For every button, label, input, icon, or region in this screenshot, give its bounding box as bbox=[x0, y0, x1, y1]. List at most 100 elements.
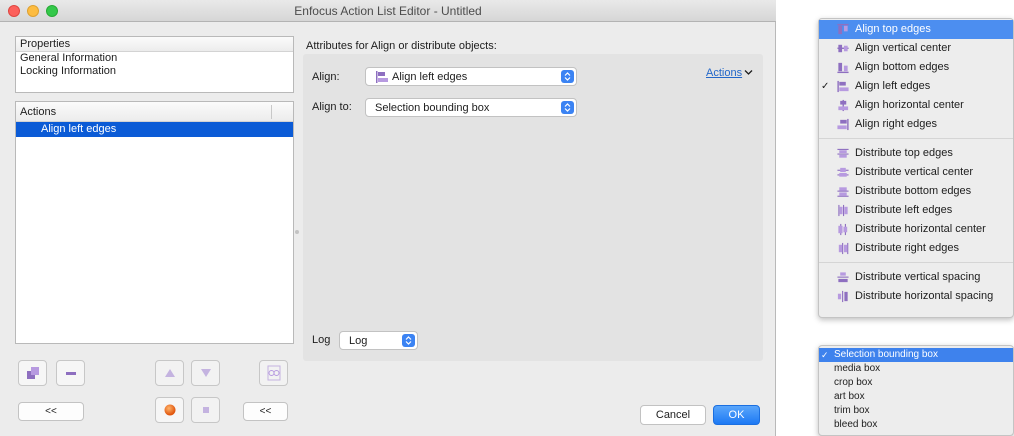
distribute-horizontal-center-icon bbox=[838, 223, 848, 236]
record-icon bbox=[164, 404, 175, 416]
align-to-popup-stepper bbox=[561, 101, 574, 114]
collapse-left-button[interactable]: << bbox=[18, 402, 84, 421]
chevron-down-icon bbox=[744, 70, 753, 75]
minus-icon bbox=[65, 372, 76, 375]
menu-item-trim-box[interactable]: trim box bbox=[819, 404, 1013, 418]
menu-separator bbox=[819, 262, 1013, 263]
menu-item-label: Align top edges bbox=[855, 23, 931, 35]
properties-header: Properties bbox=[16, 37, 293, 52]
action-item-align-left-edges[interactable]: Align left edges bbox=[16, 122, 293, 137]
header-divider bbox=[271, 105, 272, 119]
menu-item-distribute-vertical-spacing[interactable]: Distribute vertical spacing bbox=[819, 268, 1013, 287]
menu-item-distribute-horizontal-spacing[interactable]: Distribute horizontal spacing bbox=[819, 287, 1013, 306]
align-popup[interactable]: Align left edges bbox=[365, 67, 577, 86]
menu-item-distribute-left-edges[interactable]: Distribute left edges bbox=[819, 201, 1013, 220]
chevron-up-down-icon bbox=[564, 72, 571, 81]
inspect-button[interactable] bbox=[259, 360, 288, 386]
distribute-vertical-center-icon bbox=[837, 167, 849, 177]
align-to-popup[interactable]: Selection bounding box bbox=[365, 98, 577, 117]
log-popup[interactable]: Log bbox=[339, 331, 418, 350]
menu-item-distribute-right-edges[interactable]: Distribute right edges bbox=[819, 239, 1013, 258]
log-popup-stepper bbox=[402, 334, 415, 347]
menu-item-bleed-box[interactable]: bleed box bbox=[819, 418, 1013, 432]
menu-item-label: Align bottom edges bbox=[855, 61, 950, 73]
menu-item-art-box[interactable]: art box bbox=[819, 390, 1013, 404]
cancel-button[interactable]: Cancel bbox=[640, 405, 706, 425]
stop-icon bbox=[202, 407, 209, 413]
record-button[interactable] bbox=[155, 397, 184, 423]
move-up-button[interactable] bbox=[155, 360, 184, 386]
align-left-icon bbox=[837, 80, 849, 93]
chevron-up-down-icon bbox=[564, 103, 571, 112]
actions-header-label: Actions bbox=[20, 106, 57, 118]
menu-item-label: Distribute vertical center bbox=[855, 166, 973, 178]
menu-item-label: crop box bbox=[834, 377, 873, 388]
distribute-right-icon bbox=[838, 242, 849, 255]
actions-link-label: Actions bbox=[706, 67, 743, 79]
menu-item-label: Distribute bottom edges bbox=[855, 185, 972, 197]
triangle-down-icon bbox=[200, 369, 211, 377]
align-value: Align left edges bbox=[392, 71, 468, 83]
menu-item-label: Align right edges bbox=[855, 118, 937, 130]
align-to-label: Align to: bbox=[312, 101, 352, 113]
align-vertical-center-icon bbox=[837, 44, 849, 53]
align-to-options-menu: ✓ Selection bounding box media box crop box… bbox=[818, 345, 1014, 436]
menu-item-label: Align vertical center bbox=[855, 42, 951, 54]
menu-item-distribute-horizontal-center[interactable]: Distribute horizontal center bbox=[819, 220, 1013, 239]
menu-item-label: Distribute horizontal spacing bbox=[855, 290, 994, 302]
menu-item-align-right-edges[interactable]: Align right edges bbox=[819, 115, 1013, 134]
align-left-icon bbox=[376, 71, 388, 83]
distribute-horizontal-spacing-icon bbox=[837, 290, 848, 303]
menu-item-align-left-edges[interactable]: ✓ Align left edges bbox=[819, 77, 1013, 96]
properties-item-general-information[interactable]: General Information bbox=[16, 52, 293, 65]
align-label: Align: bbox=[312, 71, 340, 83]
menu-item-label: Selection bounding box bbox=[834, 349, 938, 360]
menu-item-distribute-vertical-center[interactable]: Distribute vertical center bbox=[819, 163, 1013, 182]
collapse-right-button[interactable]: << bbox=[243, 402, 288, 421]
distribute-left-icon bbox=[838, 204, 848, 217]
menu-item-label: trim box bbox=[834, 405, 870, 416]
menu-item-label: Distribute top edges bbox=[855, 147, 953, 159]
align-to-value: Selection bounding box bbox=[375, 102, 490, 114]
menu-item-label: bleed box bbox=[834, 419, 878, 430]
attributes-title: Attributes for Align or distribute objec… bbox=[306, 40, 497, 52]
menu-item-align-bottom-edges[interactable]: Align bottom edges bbox=[819, 58, 1013, 77]
add-action-button[interactable] bbox=[18, 360, 47, 386]
splitter-handle[interactable] bbox=[295, 230, 299, 234]
chevron-up-down-icon bbox=[405, 336, 412, 345]
log-value: Log bbox=[349, 335, 368, 347]
checkmark-icon: ✓ bbox=[821, 350, 829, 360]
action-list-editor-window: Enfocus Action List Editor - Untitled Pr… bbox=[0, 0, 776, 436]
menu-item-distribute-bottom-edges[interactable]: Distribute bottom edges bbox=[819, 182, 1013, 201]
align-popup-stepper bbox=[561, 70, 574, 83]
stop-button[interactable] bbox=[191, 397, 220, 423]
actions-header: Actions bbox=[16, 102, 293, 122]
menu-item-label: Distribute right edges bbox=[855, 242, 959, 254]
remove-action-button[interactable] bbox=[56, 360, 85, 386]
menu-item-align-vertical-center[interactable]: Align vertical center bbox=[819, 39, 1013, 58]
ok-button[interactable]: OK bbox=[713, 405, 760, 425]
menu-item-label: Distribute horizontal center bbox=[855, 223, 986, 235]
menu-item-label: Align horizontal center bbox=[855, 99, 964, 111]
menu-item-selection-bounding-box[interactable]: ✓ Selection bounding box bbox=[819, 348, 1013, 362]
menu-item-align-horizontal-center[interactable]: Align horizontal center bbox=[819, 96, 1013, 115]
actions-list: Actions Align left edges bbox=[15, 101, 294, 344]
menu-item-media-box[interactable]: media box bbox=[819, 362, 1013, 376]
menu-item-align-top-edges[interactable]: Align top edges bbox=[819, 20, 1013, 39]
move-down-button[interactable] bbox=[191, 360, 220, 386]
menu-item-label: media box bbox=[834, 363, 881, 374]
glasses-icon bbox=[267, 365, 280, 381]
menu-item-label: Distribute vertical spacing bbox=[855, 271, 981, 283]
align-horizontal-center-icon bbox=[838, 99, 849, 112]
window-title: Enfocus Action List Editor - Untitled bbox=[294, 4, 482, 18]
menu-separator bbox=[819, 138, 1013, 139]
align-top-icon bbox=[837, 23, 849, 35]
properties-item-locking-information[interactable]: Locking Information bbox=[16, 65, 293, 78]
distribute-vertical-spacing-icon bbox=[837, 272, 849, 283]
menu-item-label: Distribute left edges bbox=[855, 204, 953, 216]
menu-item-crop-box[interactable]: crop box bbox=[819, 376, 1013, 390]
menu-item-distribute-top-edges[interactable]: Distribute top edges bbox=[819, 144, 1013, 163]
actions-menu-link[interactable]: Actions bbox=[706, 67, 753, 79]
align-right-icon bbox=[837, 118, 849, 131]
distribute-top-icon bbox=[837, 148, 849, 158]
